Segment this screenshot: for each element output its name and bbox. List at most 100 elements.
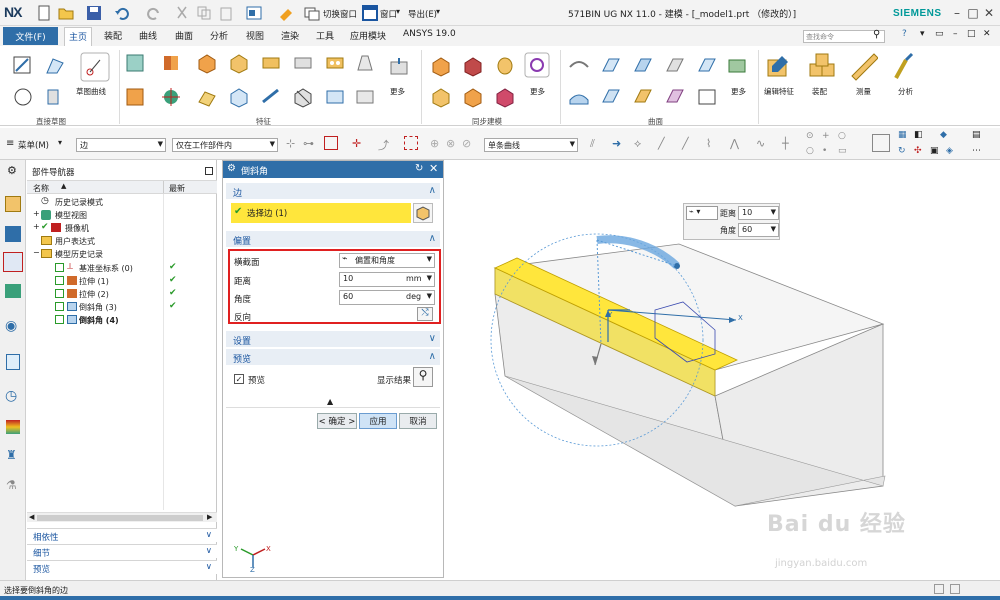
snap-endpoint-icon[interactable]: ⟡ (634, 137, 641, 151)
sort-up-icon[interactable]: ▲ (61, 182, 66, 190)
tab-applications[interactable]: 应用模块 (346, 29, 390, 45)
tree-row-datum-csys[interactable]: ⟂ 基准坐标系 (0) ✔ (27, 262, 217, 275)
process-studio-icon[interactable]: ♜ (6, 448, 17, 462)
toolbar-options-icon[interactable]: ⋯ (972, 146, 981, 156)
sync-replace-icon[interactable] (430, 86, 452, 111)
layer-settings-icon[interactable]: ▤ (972, 130, 981, 140)
surface-offset-icon[interactable] (632, 86, 654, 111)
collapse-icon[interactable]: − (33, 248, 40, 257)
maximize-doc-icon[interactable]: □ (967, 29, 976, 39)
details-panel-header[interactable]: 细节 ∨ (27, 544, 217, 559)
reuse-library-icon[interactable] (5, 284, 21, 298)
tree-row-model-history[interactable]: − 模型历史记录 (27, 248, 217, 261)
touch-mode-icon[interactable] (278, 5, 294, 21)
tree-row-chamfer-3[interactable]: 倒斜角 (3) ✔ (27, 301, 217, 314)
measure-button[interactable]: 测量 (856, 86, 871, 97)
feature-icon-draft[interactable] (354, 52, 376, 77)
view-orient-icon[interactable]: ▦ (898, 130, 907, 140)
sketch-curve-label[interactable]: 草图曲线 (76, 86, 106, 97)
orient-dropdown-icon[interactable]: ◈ (946, 146, 953, 156)
checkbox-icon[interactable] (55, 289, 64, 298)
tree-row-history-mode[interactable]: ◷ 历史记录模式 (27, 196, 217, 209)
checkbox-icon[interactable] (55, 302, 64, 311)
checkbox-icon[interactable] (55, 315, 64, 324)
section-edge-header[interactable]: 边 ∧ (226, 183, 440, 199)
fit-view-icon[interactable] (872, 134, 890, 152)
sync-resize-icon[interactable] (462, 86, 484, 111)
feature-icon-datum[interactable] (160, 86, 182, 111)
feature-icon-offset[interactable] (354, 86, 376, 111)
sync-pull-face-icon[interactable] (462, 55, 484, 80)
menu-button[interactable]: 菜单(M) (18, 139, 49, 151)
new-file-icon[interactable] (36, 5, 52, 21)
distance-input[interactable]: 10 mm ▼ (339, 272, 435, 287)
feature-icon-revolve[interactable] (160, 52, 182, 77)
surface-extend-icon[interactable] (600, 86, 622, 111)
switch-window-icon[interactable] (304, 5, 320, 21)
expand-icon[interactable]: + (33, 222, 40, 231)
reset-icon[interactable]: ↻ (415, 163, 423, 174)
analysis-icon[interactable] (892, 52, 920, 85)
cross-section-dropdown[interactable]: ⌁ 偏置和角度 ▼ (339, 253, 435, 268)
column-name-header[interactable]: 名称 (33, 183, 49, 194)
assembly-icon[interactable] (808, 52, 836, 85)
edit-feature-button[interactable]: 编辑特征 (764, 86, 794, 97)
measure-icon[interactable] (850, 52, 879, 85)
tab-render[interactable]: 渲染 (277, 29, 303, 45)
minimize-doc-icon[interactable]: – (953, 29, 958, 39)
restore-icon[interactable]: ▭ (935, 29, 944, 39)
tab-analysis[interactable]: 分析 (206, 29, 232, 45)
close-icon[interactable]: ✕ (982, 6, 996, 20)
sketch-plane-icon[interactable] (44, 55, 66, 80)
part-navigator-icon[interactable] (3, 252, 23, 272)
dependencies-panel-header[interactable]: 相依性 ∨ (27, 528, 217, 543)
analysis-button[interactable]: 分析 (898, 86, 913, 97)
tab-view[interactable]: 视图 (242, 29, 268, 45)
edge-select-cube-icon[interactable] (413, 203, 433, 223)
feature-icon-unite[interactable] (292, 52, 314, 77)
type-filter-dropdown[interactable]: 边 ▼ (76, 138, 166, 152)
scrollbar-thumb[interactable] (37, 515, 203, 521)
snap-point-icon[interactable]: ⊹ (286, 137, 295, 150)
circle-sketch-icon[interactable] (12, 86, 34, 111)
feature-icon-extrude[interactable] (124, 52, 146, 77)
tab-surface[interactable]: 曲面 (171, 29, 197, 45)
column-latest-header[interactable]: 最新 (169, 183, 185, 194)
tab-tools[interactable]: 工具 (312, 29, 338, 45)
chevron-down-icon[interactable]: ▾ (436, 7, 440, 16)
dialog-gear-icon[interactable]: ⚙ (227, 163, 236, 174)
select-box-icon[interactable] (324, 136, 338, 150)
tree-row-user-expressions[interactable]: 用户表达式 (27, 235, 217, 248)
tab-ansys[interactable]: ANSYS 19.0 (399, 29, 460, 45)
open-folder-icon[interactable] (58, 5, 74, 21)
sketch-icon[interactable] (12, 55, 34, 80)
redo-icon[interactable] (146, 5, 162, 21)
clock-icon[interactable]: ◷ (5, 388, 17, 404)
edit-feature-icon[interactable] (764, 52, 792, 85)
history-icon[interactable] (6, 354, 20, 370)
expand-icon[interactable]: + (33, 209, 40, 218)
snap-options-icon[interactable]: ⊘ (462, 137, 471, 150)
sketch-project-icon[interactable] (44, 86, 66, 111)
tree-row-cameras[interactable]: + ✔ 摄像机 (27, 222, 217, 235)
search-icon[interactable]: ⚲ (873, 29, 880, 40)
close-dialog-icon[interactable]: ✕ (429, 162, 438, 175)
stop-at-intersection-icon[interactable]: ⫽ (590, 137, 595, 151)
tab-home[interactable]: 主页 (64, 27, 93, 46)
feature-icon-block[interactable] (228, 52, 250, 77)
snap-arc-center-icon[interactable]: ⋀ (730, 137, 739, 150)
tree-row-chamfer-4[interactable]: 倒斜角 (4) (27, 314, 217, 327)
tree-row-extrude-1[interactable]: 拉伸 (1) ✔ (27, 275, 217, 288)
select-filter-icon[interactable]: ⊶ (303, 137, 314, 150)
tree-row-model-views[interactable]: + 模型视图 (27, 209, 217, 222)
feature-icon-pad[interactable] (260, 52, 282, 77)
window-icon[interactable] (362, 5, 378, 21)
point-snap-icon[interactable]: ⊕ (430, 137, 439, 150)
angle-input[interactable]: 60 deg ▼ (339, 290, 435, 305)
more-button-sync[interactable]: 更多 (530, 86, 545, 97)
file-menu-tab[interactable]: 文件(F) (3, 27, 58, 45)
snap-pole-icon[interactable]: ○ (806, 146, 814, 156)
save-icon[interactable] (86, 5, 102, 21)
surface-studio-icon[interactable] (696, 55, 718, 80)
sketch-curve-icon[interactable] (80, 52, 110, 85)
